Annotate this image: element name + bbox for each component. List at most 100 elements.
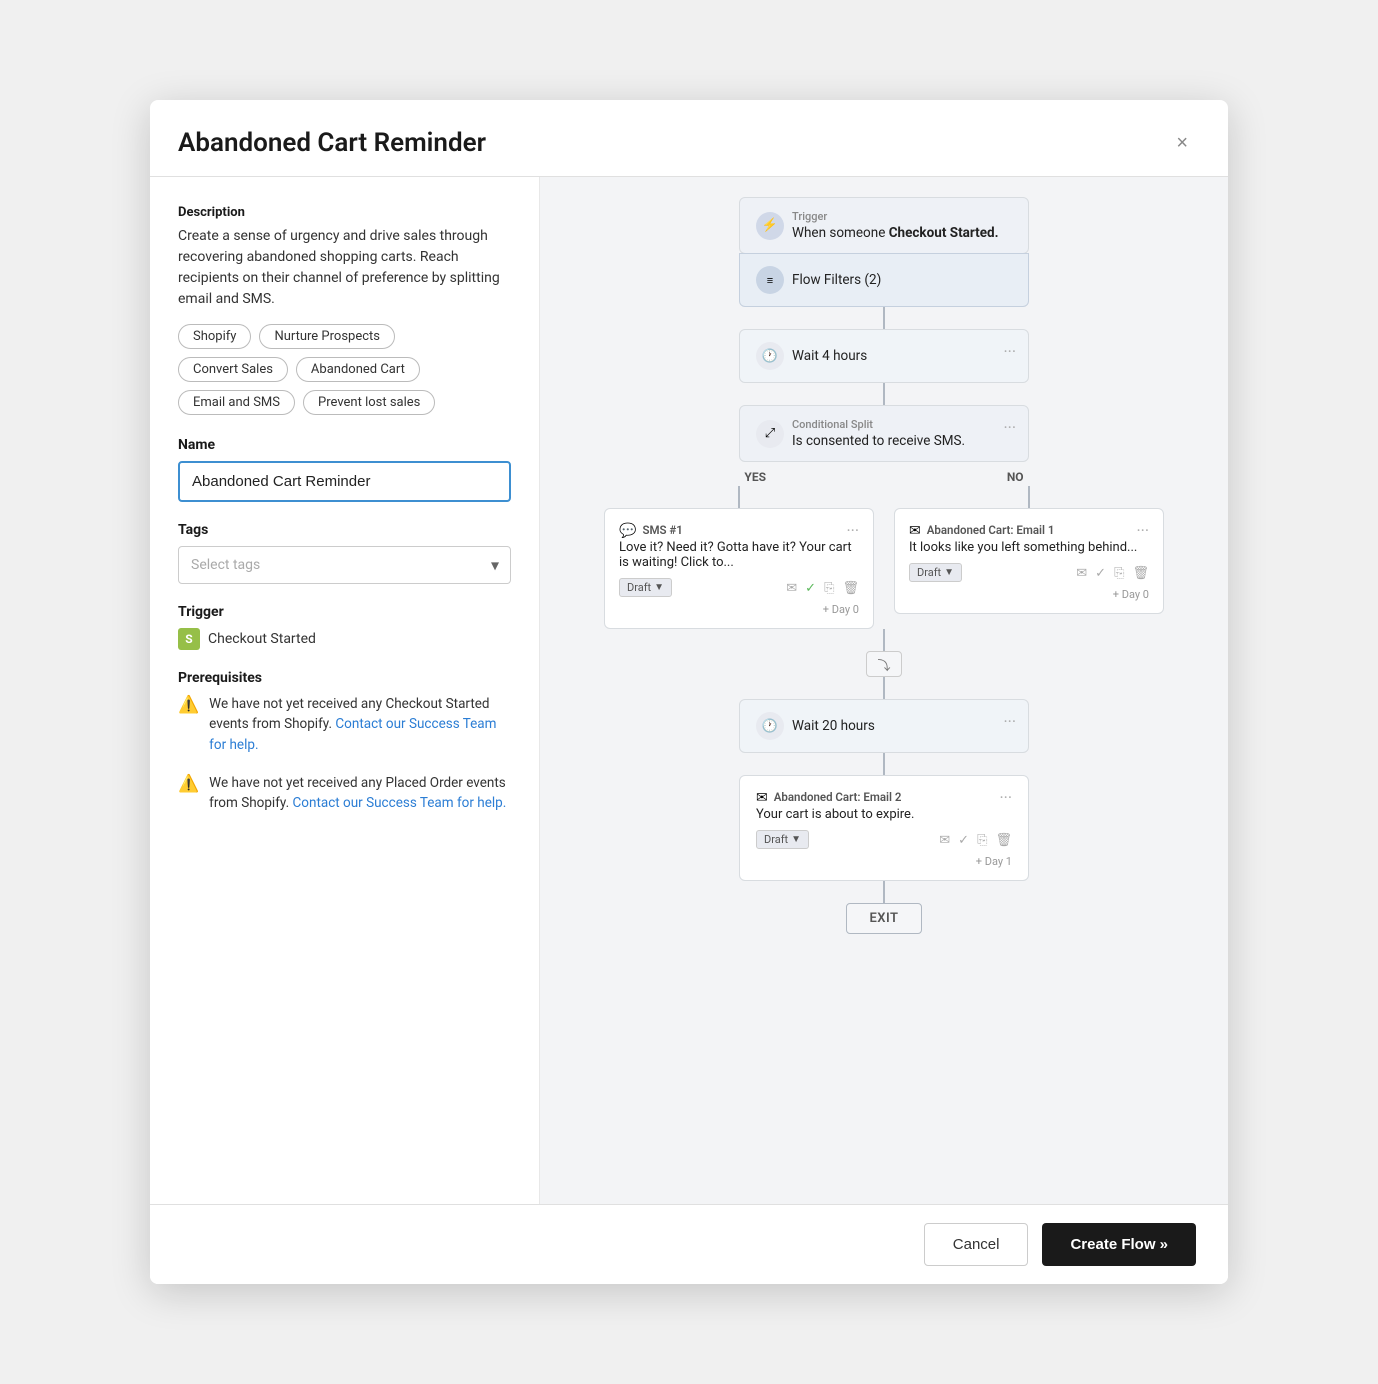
email2-draft: Draft ▼ (756, 830, 809, 849)
copy-action-icon[interactable]: ⎘ (824, 581, 834, 596)
merge-connector (883, 629, 885, 651)
prereq-text-2: We have not yet received any Placed Orde… (209, 773, 511, 814)
no-branch: ✉ Abandoned Cart: Email 1 ··· It looks l… (894, 486, 1164, 629)
right-panel: ⚡ Trigger When someone Checkout Started.… (540, 177, 1228, 1204)
prereq-item-1: ⚠️ We have not yet received any Checkout… (178, 694, 511, 755)
filter-node-row: ≡ Flow Filters (2) (756, 266, 1012, 294)
email2-label: Abandoned Cart: Email 2 (774, 790, 902, 804)
prereq-link-2[interactable]: Contact our Success Team for help. (293, 795, 507, 811)
description-text: Create a sense of urgency and drive sale… (178, 226, 511, 310)
email1-actions: ✉ ✓ ⎘ 🗑 (1076, 566, 1149, 581)
left-panel: Description Create a sense of urgency an… (150, 177, 540, 1204)
delete2-action-icon[interactable]: 🗑 (1132, 566, 1149, 581)
email1-node: ✉ Abandoned Cart: Email 1 ··· It looks l… (894, 508, 1164, 614)
pill-email-sms: Email and SMS (178, 390, 295, 415)
modal-title: Abandoned Cart Reminder (178, 128, 486, 158)
sms-footer: Draft ▼ ✉ ✓ ⎘ 🗑 (619, 578, 859, 597)
email1-draft: Draft ▼ (909, 563, 962, 582)
copy2-action-icon[interactable]: ⎘ (1114, 566, 1124, 581)
email1-action-icon[interactable]: ✉ (1076, 566, 1087, 581)
trigger-node-main: When someone Checkout Started. (792, 225, 999, 241)
cancel-button[interactable]: Cancel (924, 1223, 1029, 1266)
wait1-dots[interactable]: ··· (1003, 342, 1016, 361)
description-label: Description (178, 205, 511, 220)
email2-actions: ✉ ✓ ⎘ 🗑 (939, 833, 1012, 848)
merge-col: ⤵ (866, 629, 902, 699)
yes-branch: 💬 SMS #1 ··· Love it? Need it? Gotta hav… (604, 486, 874, 629)
connector-1 (883, 307, 885, 329)
wait2-dots[interactable]: ··· (1003, 712, 1016, 731)
close-button[interactable]: × (1168, 129, 1196, 157)
trigger-node-label: Trigger (792, 210, 999, 223)
filter-node: ≡ Flow Filters (2) (739, 253, 1029, 307)
tags-label: Tags (178, 522, 511, 538)
sms-text: Love it? Need it? Gotta have it? Your ca… (619, 540, 859, 570)
filter-text: Flow Filters (2) (792, 272, 881, 288)
sms-node: 💬 SMS #1 ··· Love it? Need it? Gotta hav… (604, 508, 874, 629)
wait1-node: 🕐 Wait 4 hours ··· (739, 329, 1029, 383)
copy3-action-icon[interactable]: ⎘ (977, 833, 987, 848)
sms-draft: Draft ▼ (619, 578, 672, 597)
connector-2 (883, 383, 885, 405)
name-field-group: Name (178, 437, 511, 502)
email2-action-icon[interactable]: ✉ (939, 833, 950, 848)
delete3-action-icon[interactable]: 🗑 (995, 833, 1012, 848)
modal-body: Description Create a sense of urgency an… (150, 177, 1228, 1204)
check-action-icon[interactable]: ✓ (805, 581, 816, 596)
email1-text: It looks like you left something behind.… (909, 540, 1149, 555)
warning-icon-1: ⚠️ (178, 695, 199, 715)
sms-icon: 💬 (619, 523, 636, 539)
wait1-icon: 🕐 (756, 342, 784, 370)
draft-arrow: ▼ (654, 582, 664, 593)
email1-day: Day 0 (909, 588, 1149, 601)
prerequisites-section: Prerequisites ⚠️ We have not yet receive… (178, 670, 511, 813)
wait1-text: Wait 4 hours (792, 348, 867, 364)
email2-node: ✉ Abandoned Cart: Email 2 ··· Your cart … (739, 775, 1029, 881)
create-flow-button[interactable]: Create Flow » (1042, 1223, 1196, 1266)
conditional-dots[interactable]: ··· (1003, 418, 1016, 437)
modal-header: Abandoned Cart Reminder × (150, 100, 1228, 177)
prereq-link-1[interactable]: Contact our Success Team for help. (209, 716, 496, 752)
prerequisites-label: Prerequisites (178, 670, 511, 686)
flow-diagram: ⚡ Trigger When someone Checkout Started.… (556, 197, 1212, 954)
sms-label: SMS #1 (642, 523, 682, 537)
conditional-row: ⤢ Conditional Split Is consented to rece… (756, 418, 1012, 449)
sms-header: 💬 SMS #1 ··· (619, 521, 859, 540)
draft-arrow-3: ▼ (791, 834, 801, 845)
check2-action-icon[interactable]: ✓ (1095, 566, 1106, 581)
trigger-value: Checkout Started (208, 631, 316, 647)
email2-dots[interactable]: ··· (999, 788, 1012, 807)
trigger-node-content: Trigger When someone Checkout Started. (792, 210, 999, 241)
sms-day: Day 0 (619, 603, 859, 616)
name-input[interactable] (178, 461, 511, 502)
pill-nurture: Nurture Prospects (259, 324, 395, 349)
sms-title-row: 💬 SMS #1 (619, 523, 683, 539)
email2-icon: ✉ (756, 790, 768, 806)
sms-dots[interactable]: ··· (846, 521, 859, 540)
email1-icon: ✉ (909, 523, 921, 539)
merge-area: ⤵ (594, 629, 1174, 699)
sms-actions: ✉ ✓ ⎘ 🗑 (786, 581, 859, 596)
email1-header: ✉ Abandoned Cart: Email 1 ··· (909, 521, 1149, 540)
no-label: NO (1007, 470, 1024, 484)
trigger-label: Trigger (178, 604, 511, 620)
email-action-icon[interactable]: ✉ (786, 581, 797, 596)
email1-dots[interactable]: ··· (1136, 521, 1149, 540)
pill-abandoned: Abandoned Cart (296, 357, 420, 382)
wait1-row: 🕐 Wait 4 hours (756, 342, 1012, 370)
wait2-text: Wait 20 hours (792, 718, 875, 734)
pill-convert: Convert Sales (178, 357, 288, 382)
email2-title-row: ✉ Abandoned Cart: Email 2 (756, 790, 901, 806)
conditional-content: Conditional Split Is consented to receiv… (792, 418, 965, 449)
yes-label: YES (744, 470, 766, 484)
check3-action-icon[interactable]: ✓ (958, 833, 969, 848)
tags-select[interactable]: Select tags (178, 546, 511, 584)
name-label: Name (178, 437, 511, 453)
delete-action-icon[interactable]: 🗑 (842, 581, 859, 596)
yes-connector (738, 486, 740, 508)
modal-footer: Cancel Create Flow » (150, 1204, 1228, 1284)
modal: Abandoned Cart Reminder × Description Cr… (150, 100, 1228, 1284)
conditional-label: Conditional Split (792, 418, 965, 431)
pills-row: Shopify Nurture Prospects Convert Sales … (178, 324, 511, 415)
draft-arrow-2: ▼ (944, 567, 954, 578)
